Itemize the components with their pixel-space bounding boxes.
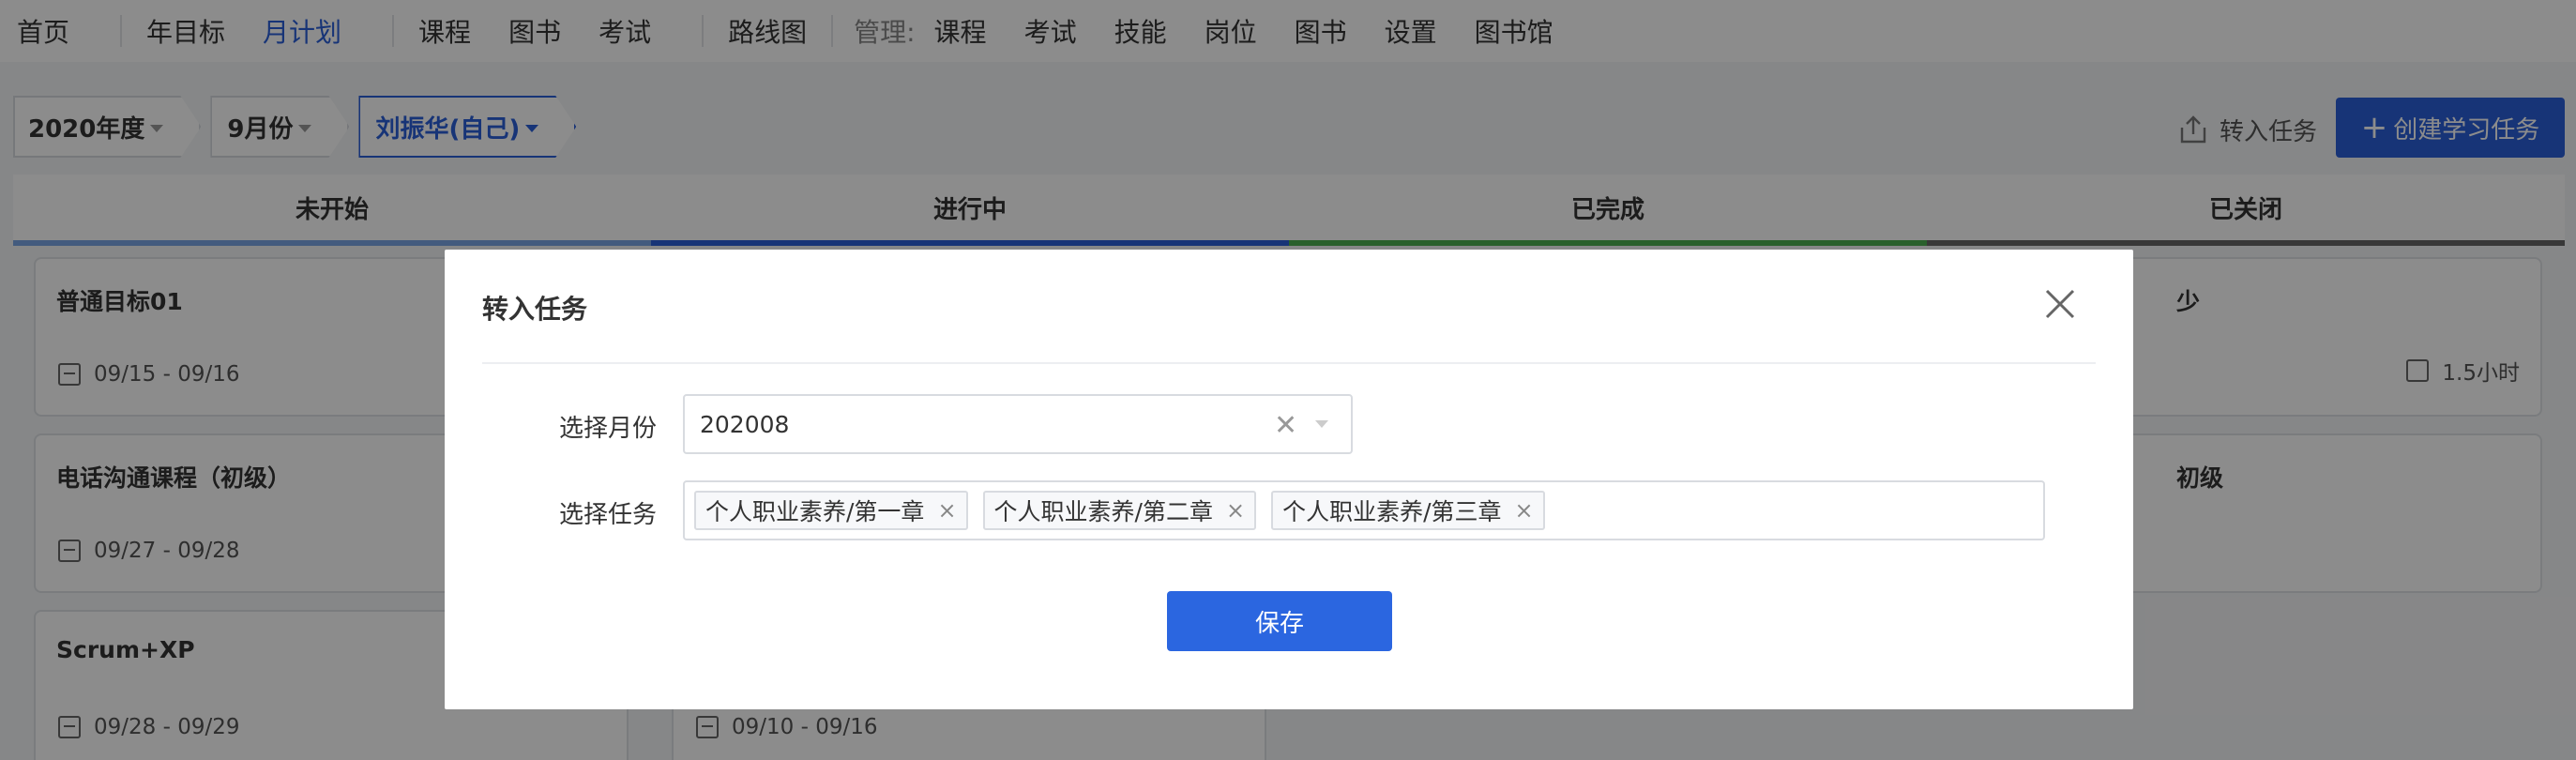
task-tag-label: 个人职业素养/第一章 xyxy=(705,498,925,525)
dialog-title: 转入任务 xyxy=(482,294,588,325)
month-field-label: 选择月份 xyxy=(558,415,657,443)
task-tag: 个人职业素养/第二章 × xyxy=(982,491,1257,530)
task-tag: 个人职业素养/第三章 × xyxy=(1271,491,1545,530)
month-select-value: 202008 xyxy=(700,410,790,438)
clear-icon[interactable]: ✕ xyxy=(1274,409,1297,442)
task-multi-select[interactable]: 个人职业素养/第一章 × 个人职业素养/第二章 × 个人职业素养/第三章 × xyxy=(683,480,2045,540)
task-tag-label: 个人职业素养/第二章 xyxy=(993,498,1213,525)
task-tag: 个人职业素养/第一章 × xyxy=(694,491,968,530)
remove-tag-icon[interactable]: × xyxy=(1226,497,1245,524)
remove-tag-icon[interactable]: × xyxy=(937,497,956,524)
month-select[interactable]: 202008 ✕ xyxy=(683,394,1353,454)
dialog-divider xyxy=(482,362,2096,364)
import-task-dialog: 转入任务 选择月份 202008 ✕ 选择任务 个人职业素养/第一章 × 个人职… xyxy=(445,250,2133,709)
task-field-label: 选择任务 xyxy=(558,501,657,529)
remove-tag-icon[interactable]: × xyxy=(1515,497,1534,524)
save-button[interactable]: 保存 xyxy=(1167,591,1392,651)
task-tag-label: 个人职业素养/第三章 xyxy=(1282,498,1502,525)
close-icon[interactable] xyxy=(2039,283,2081,325)
chevron-down-icon xyxy=(1315,420,1328,428)
